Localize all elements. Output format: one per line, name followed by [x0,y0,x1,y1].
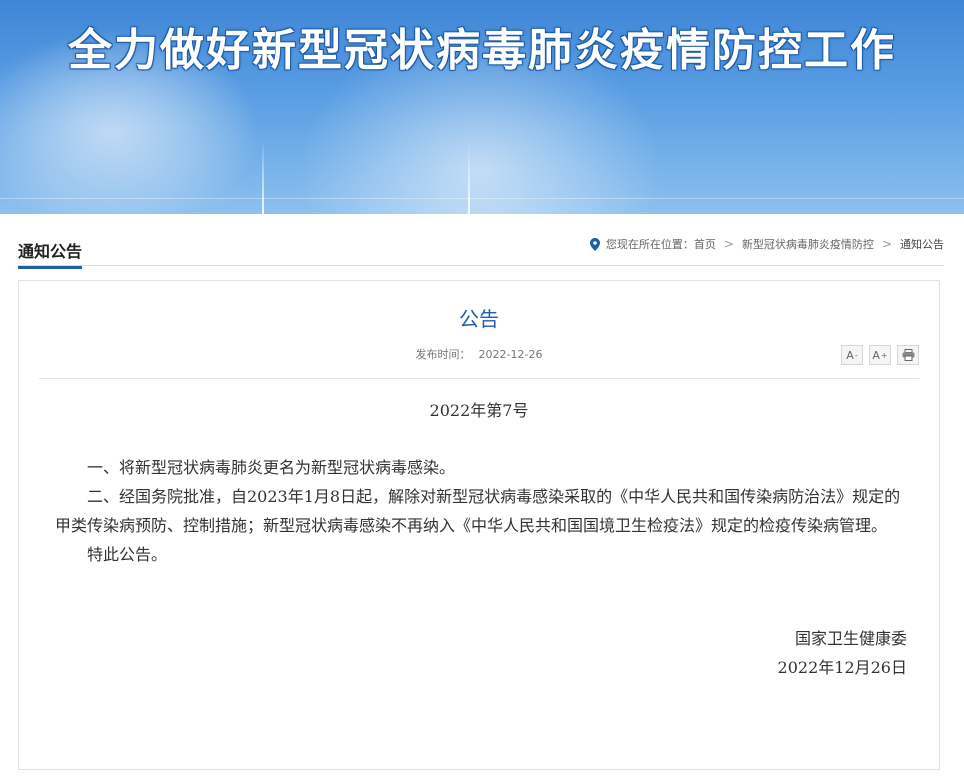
breadcrumb-home-link[interactable]: 首页 [694,236,716,252]
breadcrumb-epidemic-link[interactable]: 新型冠状病毒肺炎疫情防控 [742,236,874,252]
publish-date: 2022-12-26 [478,348,543,361]
article-title: 公告 [459,307,499,331]
column-title: 通知公告 [18,238,83,269]
breadcrumb-separator: > [881,237,892,251]
paragraph: 一、将新型冠状病毒肺炎更名为新型冠状病毒感染。 [87,458,456,477]
signature-org: 国家卫生健康委 [794,629,907,648]
breadcrumb-prefix: 您现在所在位置： [605,238,694,251]
column-header: 通知公告 您现在所在位置： 首页 > 新型冠状病毒肺炎疫情防控 > 通知公告 [18,236,944,269]
paragraph: 特此公告。 [87,545,168,564]
banner-decoration [262,140,264,214]
breadcrumb-separator: > [723,237,734,251]
location-pin-icon [589,237,600,251]
font-increase-sup: + [880,350,888,360]
breadcrumb: 您现在所在位置： 首页 > 新型冠状病毒肺炎疫情防控 > 通知公告 [589,236,944,252]
font-decrease-label: A [846,348,854,362]
article-card: 公告 发布时间： 2022-12-26 A- A + 2022年第7号 一、将新型冠… [18,280,940,770]
banner-decoration [0,198,964,199]
article-body: 一、将新型冠状病毒肺炎更名为新型冠状病毒感染。 二、经国务院批准，自2023年1… [55,453,911,569]
paragraph: 二、经国务院批准，自2023年1月8日起，解除对新型冠状病毒感染采取的《中华人民… [55,487,901,535]
font-decrease-button[interactable]: A- [841,345,863,365]
font-increase-button[interactable]: A + [869,345,891,365]
signature-block: 国家卫生健康委 2022年12月26日 [778,624,907,682]
banner-title: 全力做好新型冠状病毒肺炎疫情防控工作 [68,25,896,76]
font-increase-label: A [872,348,880,362]
banner-decoration [468,142,470,214]
article-tools: A- A + [841,345,919,365]
divider [39,378,919,379]
breadcrumb-notice-link[interactable]: 通知公告 [900,236,944,252]
print-button[interactable] [897,345,919,365]
article-meta: 发布时间： 2022-12-26 [19,346,939,362]
banner: 全力做好新型冠状病毒肺炎疫情防控工作 [0,0,964,214]
printer-icon [902,349,914,361]
signature-date: 2022年12月26日 [777,658,907,677]
publish-label: 发布时间： [415,348,471,361]
font-decrease-sup: - [854,350,858,360]
document-number: 2022年第7号 [429,401,529,420]
